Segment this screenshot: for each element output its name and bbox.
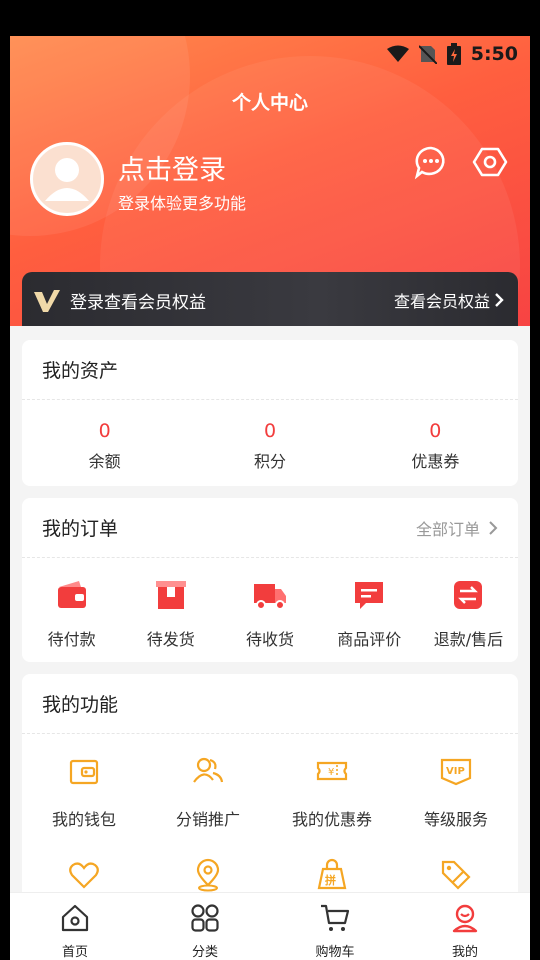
asset-label: 积分	[253, 452, 286, 471]
func-coupons[interactable]: ¥ 我的优惠券	[270, 754, 394, 830]
status-bar: 5:50	[10, 36, 530, 72]
wallet-outline-icon	[69, 759, 99, 785]
order-refund[interactable]: 退款/售后	[419, 578, 518, 650]
group-buy-icon: 拼	[317, 858, 347, 890]
heart-icon	[69, 862, 99, 889]
order-pending-receipt[interactable]: 待收货	[220, 578, 319, 650]
exchange-icon	[454, 581, 483, 609]
asset-value: 0	[98, 420, 111, 442]
asset-points[interactable]: 0 积分	[187, 420, 352, 472]
users-icon	[193, 757, 224, 783]
orders-card: 我的订单 全部订单 待付款 待发货 待收货 商品评价 退款/售后	[22, 498, 518, 662]
tab-label: 分类	[191, 945, 218, 960]
tab-label: 首页	[61, 945, 88, 960]
page-title: 个人中心	[231, 92, 308, 114]
coupon-icon: ¥	[316, 761, 348, 781]
order-pending-shipment[interactable]: 待发货	[121, 578, 220, 650]
asset-label: 优惠券	[411, 452, 460, 471]
location-icon	[196, 858, 220, 892]
asset-value: 0	[263, 420, 277, 442]
chevron-right-icon	[495, 293, 504, 307]
grid-icon	[191, 904, 219, 932]
tab-category[interactable]: 分类	[140, 893, 270, 960]
screen: 5:50 个人中心 点击登录 登录体验更多功能 登录查看会员权益 查看会员权益 …	[10, 36, 530, 960]
user-icon	[452, 904, 478, 933]
orders-title: 我的订单	[42, 518, 119, 540]
func-level-service[interactable]: VIP 等级服务	[394, 754, 518, 830]
vip-banner-text: 登录查看会员权益	[70, 293, 206, 313]
comment-icon	[355, 582, 384, 609]
status-time: 5:50	[470, 43, 518, 65]
truck-icon	[254, 584, 286, 610]
svg-text:拼: 拼	[325, 873, 336, 887]
message-icon	[414, 146, 445, 180]
asset-balance[interactable]: 0 余额	[22, 420, 187, 472]
battery-icon	[446, 43, 461, 65]
profile-header: 5:50 个人中心 点击登录 登录体验更多功能 登录查看会员权益 查看会员权益	[10, 36, 530, 326]
tab-mine[interactable]: 我的	[400, 893, 530, 960]
cart-icon	[321, 904, 350, 931]
order-label: 待收货	[246, 630, 295, 649]
login-title[interactable]: 点击登录	[118, 148, 226, 187]
box-icon	[155, 581, 186, 609]
settings-button[interactable]	[472, 144, 508, 180]
assets-title: 我的资产	[42, 360, 119, 382]
order-label: 待发货	[146, 630, 195, 649]
svg-text:VIP: VIP	[446, 766, 465, 777]
vip-banner[interactable]: 登录查看会员权益 查看会员权益	[22, 272, 518, 326]
asset-label: 余额	[88, 452, 121, 471]
avatar[interactable]	[30, 142, 104, 216]
tab-label: 购物车	[315, 945, 355, 960]
func-label: 我的钱包	[51, 810, 116, 829]
asset-value: 0	[429, 420, 442, 442]
all-orders-link[interactable]: 全部订单	[416, 516, 498, 540]
tab-label: 我的	[451, 945, 478, 960]
login-subtitle: 登录体验更多功能	[118, 194, 247, 213]
func-label: 分销推广	[175, 810, 240, 829]
func-wallet[interactable]: 我的钱包	[22, 754, 146, 830]
tag-icon	[441, 860, 471, 890]
settings-icon	[472, 147, 508, 177]
wallet-icon	[57, 581, 86, 608]
order-label: 商品评价	[337, 630, 402, 649]
order-pending-payment[interactable]: 待付款	[22, 578, 121, 650]
message-button[interactable]	[413, 144, 449, 180]
vip-benefits-label: 查看会员权益	[393, 292, 490, 311]
order-label: 待付款	[47, 630, 96, 649]
bottom-tab-bar: 首页 分类 购物车 我的	[10, 892, 530, 960]
no-sim-icon	[418, 45, 437, 64]
all-orders-label: 全部订单	[415, 519, 480, 539]
wifi-icon	[386, 45, 409, 62]
tab-cart[interactable]: 购物车	[270, 893, 400, 960]
vip-v-icon	[34, 289, 60, 312]
func-label: 等级服务	[423, 810, 488, 829]
svg-text:¥: ¥	[328, 767, 334, 778]
func-label: 我的优惠券	[291, 810, 372, 829]
user-avatar-icon	[45, 158, 89, 201]
assets-card: 我的资产 0 余额 0 积分 0 优惠券	[22, 340, 518, 486]
order-review[interactable]: 商品评价	[320, 578, 419, 650]
tab-home[interactable]: 首页	[10, 893, 140, 960]
vip-benefits-link[interactable]: 查看会员权益	[394, 288, 504, 312]
asset-coupons[interactable]: 0 优惠券	[353, 420, 518, 472]
chevron-right-icon	[489, 520, 498, 535]
functions-title: 我的功能	[42, 694, 119, 716]
func-distribution[interactable]: 分销推广	[146, 754, 270, 830]
order-label: 退款/售后	[433, 630, 504, 649]
home-icon	[61, 904, 89, 932]
vip-icon: VIP	[440, 758, 472, 786]
